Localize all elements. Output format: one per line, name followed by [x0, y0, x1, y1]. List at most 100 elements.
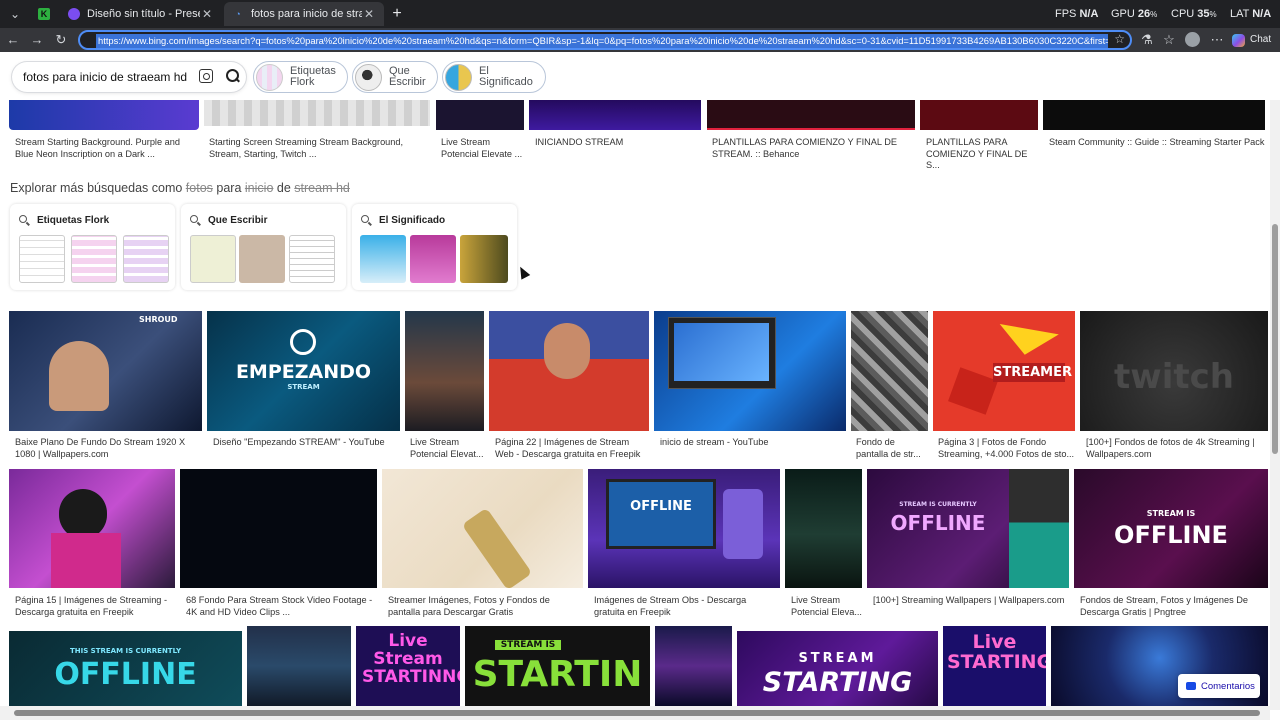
image-caption[interactable]: [100+] Fondos de fotos de 4k Streaming |… [1086, 437, 1266, 460]
image-result[interactable]: STREAM IS OFFLINE [1074, 469, 1268, 588]
related-search-etiquetas-flork[interactable]: Etiquetas Flork [10, 204, 175, 290]
image-caption[interactable]: 68 Fondo Para Stream Stock Video Footage… [186, 595, 376, 618]
back-arrow-icon[interactable]: ← [4, 31, 22, 49]
image-caption[interactable]: inicio de stream - YouTube [660, 437, 845, 449]
image-caption[interactable]: Steam Community :: Guide :: Streaming St… [1049, 137, 1265, 149]
image-result[interactable] [529, 100, 701, 130]
horizontal-scrollbar[interactable] [0, 706, 1270, 720]
image-caption[interactable]: INICIANDO STREAM [535, 137, 700, 149]
image-result[interactable]: twitch [1080, 311, 1268, 431]
image-caption[interactable]: Live Stream Potencial Eleva... [791, 595, 863, 618]
image-result[interactable] [489, 311, 649, 431]
visual-search-icon[interactable] [199, 69, 213, 83]
image-result[interactable]: STREAM IS CURRENTLY OFFLINE [867, 469, 1069, 588]
search-icon[interactable] [225, 68, 241, 84]
vertical-scrollbar[interactable] [1270, 100, 1280, 710]
chip-el-significado[interactable]: El Significado [442, 61, 546, 93]
related-thumbnail [360, 235, 406, 283]
image-result[interactable]: STREAMER [933, 311, 1075, 431]
image-result[interactable] [247, 626, 351, 706]
tab-bing[interactable]: ◔ fotos para inicio de straeam hd - B ✕ [224, 2, 384, 26]
image-result[interactable] [785, 469, 862, 588]
scrollbar-thumb[interactable] [1272, 224, 1278, 454]
feedback-button[interactable]: Comentarios [1178, 674, 1260, 698]
url-text[interactable]: https://www.bing.com/images/search?q=fot… [96, 34, 1108, 48]
image-result[interactable]: Live STARTING [943, 626, 1046, 706]
image-caption[interactable]: Stream Starting Background. Purple and B… [15, 137, 200, 160]
image-caption[interactable]: Imágenes de Stream Obs - Descarga gratui… [594, 595, 779, 618]
image-caption[interactable]: Página 15 | Imágenes de Streaming - Desc… [15, 595, 175, 618]
tab-kahoot[interactable]: K [32, 2, 56, 26]
image-caption[interactable]: Live Stream Potencial Elevate ... [441, 137, 525, 160]
favorite-star-icon[interactable]: ☆ [1114, 32, 1125, 46]
image-caption[interactable]: Fondos de Stream, Fotos y Imágenes De De… [1080, 595, 1266, 618]
chip-label: Etiquetas Flork [290, 65, 336, 88]
image-caption[interactable]: Live Stream Potencial Elevat... [410, 437, 485, 460]
more-menu-icon[interactable]: ⋯ [1208, 31, 1226, 49]
image-result[interactable]: THIS STREAM IS CURRENTLY OFFLINE [9, 631, 242, 706]
favorites-icon[interactable]: ☆ [1160, 31, 1178, 49]
related-search-label: Que Escribir [208, 215, 268, 226]
tab-bar: ⌄ K Diseño sin título - Presentación ✕ ◔… [0, 0, 1280, 28]
browser-toolbar: ← → ↻ https://www.bing.com/images/search… [0, 28, 1280, 52]
search-header: fotos para inicio de straeam hd Etiqueta… [0, 52, 1280, 102]
image-result[interactable] [204, 100, 430, 126]
scrollbar-thumb[interactable] [14, 710, 1260, 716]
image-result[interactable] [180, 469, 377, 588]
image-result[interactable]: OFFLINE [588, 469, 780, 588]
new-tab-button[interactable]: + [388, 5, 406, 23]
image-result[interactable] [654, 311, 846, 431]
copilot-chat-button[interactable]: Chat [1232, 31, 1271, 49]
image-result[interactable] [436, 100, 524, 130]
image-result[interactable] [1043, 100, 1265, 130]
related-thumbnail [410, 235, 456, 283]
image-result[interactable] [655, 626, 732, 706]
profile-avatar[interactable] [1185, 32, 1200, 47]
close-tab-icon[interactable]: ✕ [362, 7, 376, 21]
search-input[interactable]: fotos para inicio de straeam hd [23, 70, 187, 84]
image-caption[interactable]: Streamer Imágenes, Fotos y Fondos de pan… [388, 595, 583, 618]
fps-meter: FPS N/A [1055, 8, 1099, 20]
kahoot-icon: K [38, 8, 50, 20]
copilot-icon [1232, 33, 1245, 47]
tab-canva[interactable]: Diseño sin título - Presentación ✕ [60, 2, 222, 26]
chip-etiquetas-flork[interactable]: Etiquetas Flork [253, 61, 348, 93]
image-result[interactable]: EMPEZANDO STREAM [207, 311, 400, 431]
close-tab-icon[interactable]: ✕ [200, 7, 214, 21]
chip-thumbnail [256, 63, 283, 91]
image-result[interactable] [405, 311, 484, 431]
image-caption[interactable]: Página 3 | Fotos de Fondo Streaming, +4.… [938, 437, 1075, 460]
image-caption[interactable]: Diseño "Empezando STREAM" - YouTube [213, 437, 398, 449]
forward-arrow-icon[interactable]: → [28, 31, 46, 49]
image-result[interactable] [9, 100, 199, 130]
related-thumbnail [123, 235, 169, 283]
image-result[interactable] [920, 100, 1038, 130]
chat-label: Chat [1250, 34, 1272, 45]
chip-que-escribir[interactable]: Que Escribir [352, 61, 438, 93]
image-result[interactable]: STREAM STARTING [737, 631, 938, 706]
image-result[interactable] [851, 311, 928, 431]
related-search-label: Etiquetas Flork [37, 215, 110, 226]
extensions-icon[interactable]: ⚗ [1138, 31, 1156, 49]
reload-icon[interactable]: ↻ [52, 31, 70, 49]
image-result[interactable] [382, 469, 583, 588]
image-caption[interactable]: PLANTILLAS PARA COMIENZO Y FINAL DE STRE… [712, 137, 914, 160]
image-caption[interactable]: [100+] Streaming Wallpapers | Wallpapers… [873, 595, 1068, 607]
image-result[interactable]: Live Stream STARTINNG [356, 626, 460, 706]
related-search-que-escribir[interactable]: Que Escribir [181, 204, 346, 290]
address-bar[interactable]: https://www.bing.com/images/search?q=fot… [78, 30, 1132, 50]
browser-window: ⌄ K Diseño sin título - Presentación ✕ ◔… [0, 0, 1280, 720]
image-result[interactable]: STREAM IS STARTIN [465, 626, 650, 706]
image-caption[interactable]: Página 22 | Imágenes de Stream Web - Des… [495, 437, 650, 460]
image-result[interactable]: SHROUD [9, 311, 202, 431]
search-box[interactable]: fotos para inicio de straeam hd [12, 62, 246, 92]
image-caption[interactable]: Starting Screen Streaming Stream Backgro… [209, 137, 431, 160]
image-caption[interactable]: Fondo de pantalla de str... [856, 437, 928, 460]
related-search-el-significado[interactable]: El Significado [352, 204, 517, 290]
mouse-cursor [515, 264, 531, 280]
tab-list-chevron-icon[interactable]: ⌄ [6, 6, 24, 22]
image-result[interactable] [707, 100, 915, 130]
image-result[interactable] [9, 469, 175, 588]
image-caption[interactable]: PLANTILLAS PARA COMIENZO Y FINAL DE S... [926, 137, 1038, 172]
image-caption[interactable]: Baixe Plano De Fundo Do Stream 1920 X 10… [15, 437, 205, 460]
